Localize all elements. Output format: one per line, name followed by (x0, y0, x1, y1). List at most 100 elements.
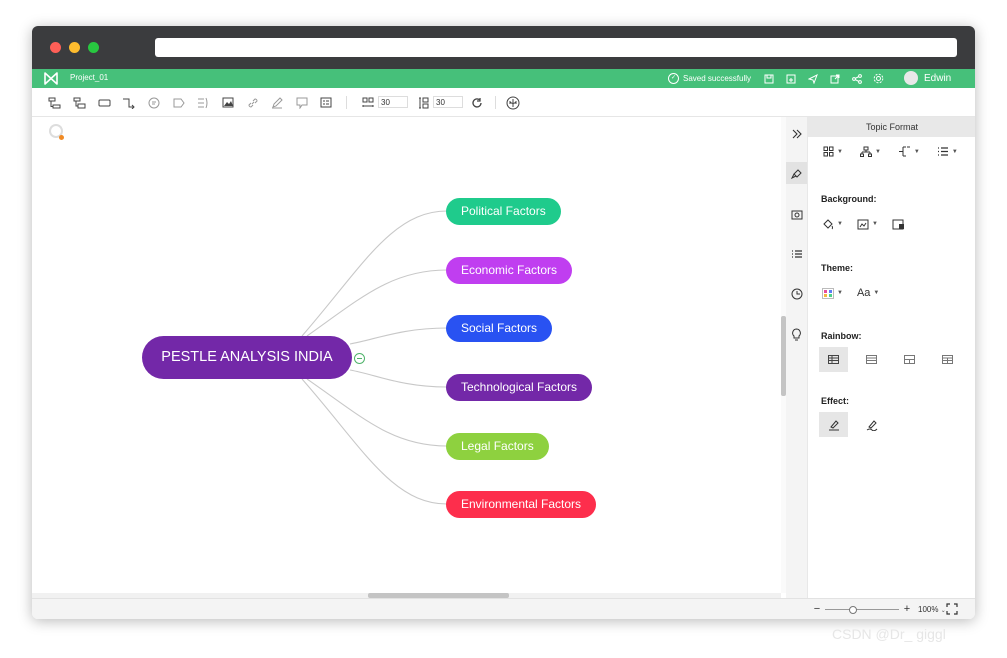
topic-environmental-factors[interactable]: Environmental Factors (446, 491, 597, 518)
width-spacing-icon (360, 95, 375, 110)
theme-label: Theme: (821, 263, 854, 273)
image-icon[interactable] (220, 95, 235, 110)
root-topic[interactable]: PESTLE ANALYSIS INDIA (142, 336, 352, 379)
user-name[interactable]: Edwin (924, 73, 951, 84)
effect-flat-button[interactable] (819, 412, 848, 437)
history-icon[interactable] (786, 283, 807, 305)
background-options-row: ▼ ▼ (822, 218, 905, 230)
connector-technological (349, 369, 448, 388)
pen-icon[interactable] (269, 95, 284, 110)
share-icon[interactable] (850, 72, 863, 85)
branch-style-button[interactable]: ▼ (898, 146, 920, 157)
comment-icon[interactable] (146, 95, 161, 110)
chevron-down-icon: ▼ (873, 290, 880, 296)
topic-social-factors[interactable]: Social Factors (446, 315, 553, 342)
side-panel-tabs (786, 117, 807, 598)
browser-title-bar (32, 26, 975, 69)
chevron-down-icon: ▼ (951, 148, 958, 155)
chevron-down-icon: ▼ (837, 148, 843, 155)
width-spacing-input[interactable]: 30 (378, 96, 408, 108)
watermark-text: CSDN @Dr_ giggl (832, 626, 946, 642)
layout-options-row: ▼ ▼ ▼ ▼ (823, 146, 958, 157)
zoom-in-button[interactable]: + (902, 603, 912, 615)
lightbulb-icon[interactable] (786, 323, 807, 345)
zoom-slider[interactable] (825, 605, 899, 614)
connector-economic (306, 269, 448, 337)
summary-icon[interactable] (195, 95, 210, 110)
status-bar: − + 100% ⌄ (32, 598, 975, 619)
fullscreen-icon[interactable] (946, 603, 958, 615)
refresh-icon[interactable] (469, 95, 484, 110)
add-subtopic-icon[interactable] (72, 95, 87, 110)
connector-environmental (301, 378, 448, 505)
collapse-panel-icon[interactable] (786, 123, 807, 145)
rainbow-style-4[interactable] (933, 347, 962, 372)
chevron-down-icon: ▼ (837, 221, 843, 227)
effect-handdrawn-button[interactable] (857, 412, 886, 437)
callout-icon[interactable] (294, 95, 309, 110)
header-actions (762, 72, 885, 85)
connector-legal (306, 378, 448, 447)
user-account[interactable]: Edwin (904, 71, 951, 85)
zoom-level[interactable]: 100% ⌄ (918, 605, 946, 614)
topic-legal-factors[interactable]: Legal Factors (446, 433, 549, 460)
effect-label: Effect: (821, 396, 850, 406)
link-icon[interactable] (245, 95, 260, 110)
chevron-down-icon: ▼ (874, 148, 881, 155)
theme-font-text: Aa (856, 287, 871, 299)
address-bar[interactable] (155, 38, 957, 57)
connector-political (301, 210, 448, 337)
avatar[interactable] (904, 71, 918, 85)
send-icon[interactable] (806, 72, 819, 85)
theme-options-row: ▼ Aa ▼ (822, 287, 879, 299)
topic-economic-factors[interactable]: Economic Factors (446, 257, 573, 284)
outline-icon[interactable] (318, 95, 333, 110)
label-icon[interactable] (171, 95, 186, 110)
project-name[interactable]: Project_01 (70, 73, 108, 82)
save-status-text: Saved successfully (683, 74, 752, 83)
close-window-button[interactable] (50, 42, 61, 53)
zoom-out-button[interactable]: − (812, 603, 822, 615)
structure-button[interactable]: ▼ (859, 146, 881, 157)
floating-topic-icon[interactable] (97, 95, 112, 110)
save-as-icon[interactable] (784, 72, 797, 85)
pitch-mode-icon[interactable] (505, 95, 520, 110)
relationship-icon[interactable] (121, 95, 136, 110)
editor-toolbar: 30 30 (32, 88, 975, 117)
collapse-toggle-icon[interactable] (354, 353, 365, 364)
mindmap-canvas[interactable]: PESTLE ANALYSIS INDIA Political Factors … (32, 117, 781, 593)
topic-technological-factors[interactable]: Technological Factors (446, 374, 593, 401)
camera-icon[interactable] (786, 203, 807, 225)
background-image-button[interactable]: ▼ (857, 219, 878, 230)
panel-title: Topic Format (808, 117, 975, 137)
watermark-button[interactable] (892, 219, 905, 230)
numbering-button[interactable]: ▼ (937, 146, 958, 157)
zoom-control: − + 100% ⌄ (812, 603, 946, 615)
app-header: Project_01 ✓ Saved successfully Edwin (32, 69, 975, 88)
minimize-window-button[interactable] (69, 42, 80, 53)
add-topic-icon[interactable] (47, 95, 62, 110)
outline-list-icon[interactable] (786, 243, 807, 265)
rainbow-style-1[interactable] (819, 347, 848, 372)
save-icon[interactable] (762, 72, 775, 85)
layout-grid-button[interactable]: ▼ (823, 146, 843, 157)
zoom-slider-knob[interactable] (849, 605, 857, 614)
app-logo-icon[interactable] (44, 72, 58, 85)
rainbow-style-2[interactable] (857, 347, 886, 372)
theme-palette-button[interactable]: ▼ (822, 287, 843, 299)
toolbar-divider (346, 96, 347, 109)
chevron-down-icon: ▼ (871, 221, 878, 227)
height-spacing-input[interactable]: 30 (433, 96, 463, 108)
maximize-window-button[interactable] (88, 42, 99, 53)
rainbow-style-3[interactable] (895, 347, 924, 372)
connector-social (349, 327, 448, 345)
settings-icon[interactable] (872, 72, 885, 85)
fill-color-button[interactable]: ▼ (822, 218, 843, 230)
export-icon[interactable] (828, 72, 841, 85)
zoom-level-text: 100% (918, 604, 939, 614)
format-brush-icon[interactable] (786, 162, 807, 184)
topic-political-factors[interactable]: Political Factors (446, 198, 561, 225)
toolbar-divider (495, 96, 496, 109)
theme-font-button[interactable]: Aa ▼ (857, 287, 879, 299)
app-window: Project_01 ✓ Saved successfully Edwin 30… (32, 26, 975, 619)
